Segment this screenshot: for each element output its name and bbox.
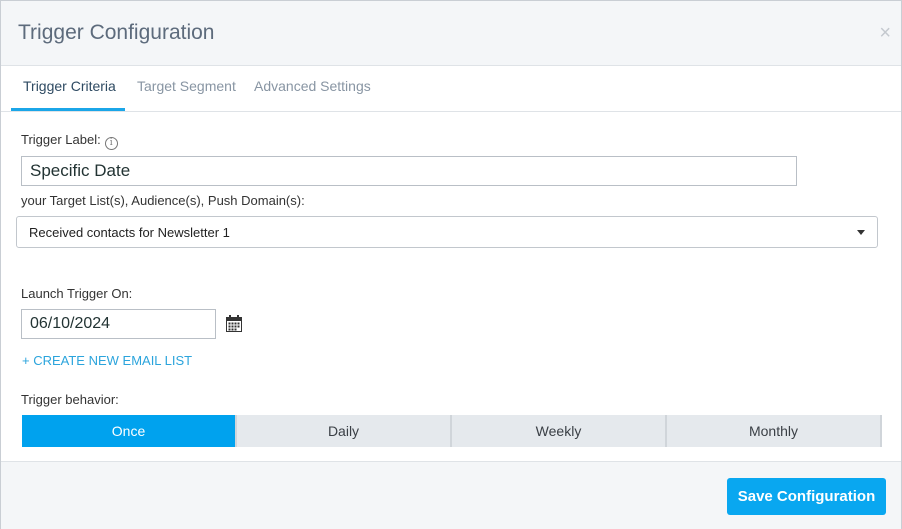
close-icon[interactable]: × [879, 23, 891, 43]
tab-target-segment[interactable]: Target Segment [137, 78, 236, 94]
info-icon[interactable]: i [104, 137, 118, 150]
tab-bar: Trigger Criteria Target Segment Advanced… [1, 66, 901, 112]
trigger-label-input[interactable] [21, 156, 797, 186]
calendar-icon[interactable] [226, 315, 242, 332]
modal-footer: Save Configuration [1, 461, 901, 529]
behavior-once-button[interactable]: Once [22, 415, 237, 447]
modal-header: Trigger Configuration × [1, 1, 901, 66]
trigger-configuration-modal: Trigger Configuration × Trigger Criteria… [0, 0, 902, 529]
behavior-daily-button[interactable]: Daily [237, 415, 452, 447]
behavior-weekly-button[interactable]: Weekly [452, 415, 667, 447]
trigger-label-text: Trigger Label: [21, 132, 101, 147]
tab-trigger-criteria[interactable]: Trigger Criteria [23, 78, 116, 94]
trigger-behavior-toggle-group: Once Daily Weekly Monthly [22, 415, 882, 447]
save-configuration-button[interactable]: Save Configuration [727, 478, 886, 515]
trigger-label-heading: Trigger Label: i [21, 132, 118, 150]
create-new-email-list-link[interactable]: + CREATE NEW EMAIL LIST [22, 353, 192, 368]
launch-trigger-label: Launch Trigger On: [21, 286, 133, 301]
target-list-selected-value: Received contacts for Newsletter 1 [29, 225, 230, 240]
tab-advanced-settings[interactable]: Advanced Settings [254, 78, 371, 94]
target-list-label: your Target List(s), Audience(s), Push D… [21, 193, 305, 208]
modal-title: Trigger Configuration [18, 21, 215, 44]
chevron-down-icon [857, 230, 865, 235]
trigger-behavior-label: Trigger behavior: [21, 392, 119, 407]
active-tab-indicator [11, 108, 125, 111]
behavior-monthly-button[interactable]: Monthly [667, 415, 882, 447]
target-list-select[interactable]: Received contacts for Newsletter 1 [16, 216, 878, 248]
launch-date-input[interactable] [21, 309, 216, 339]
